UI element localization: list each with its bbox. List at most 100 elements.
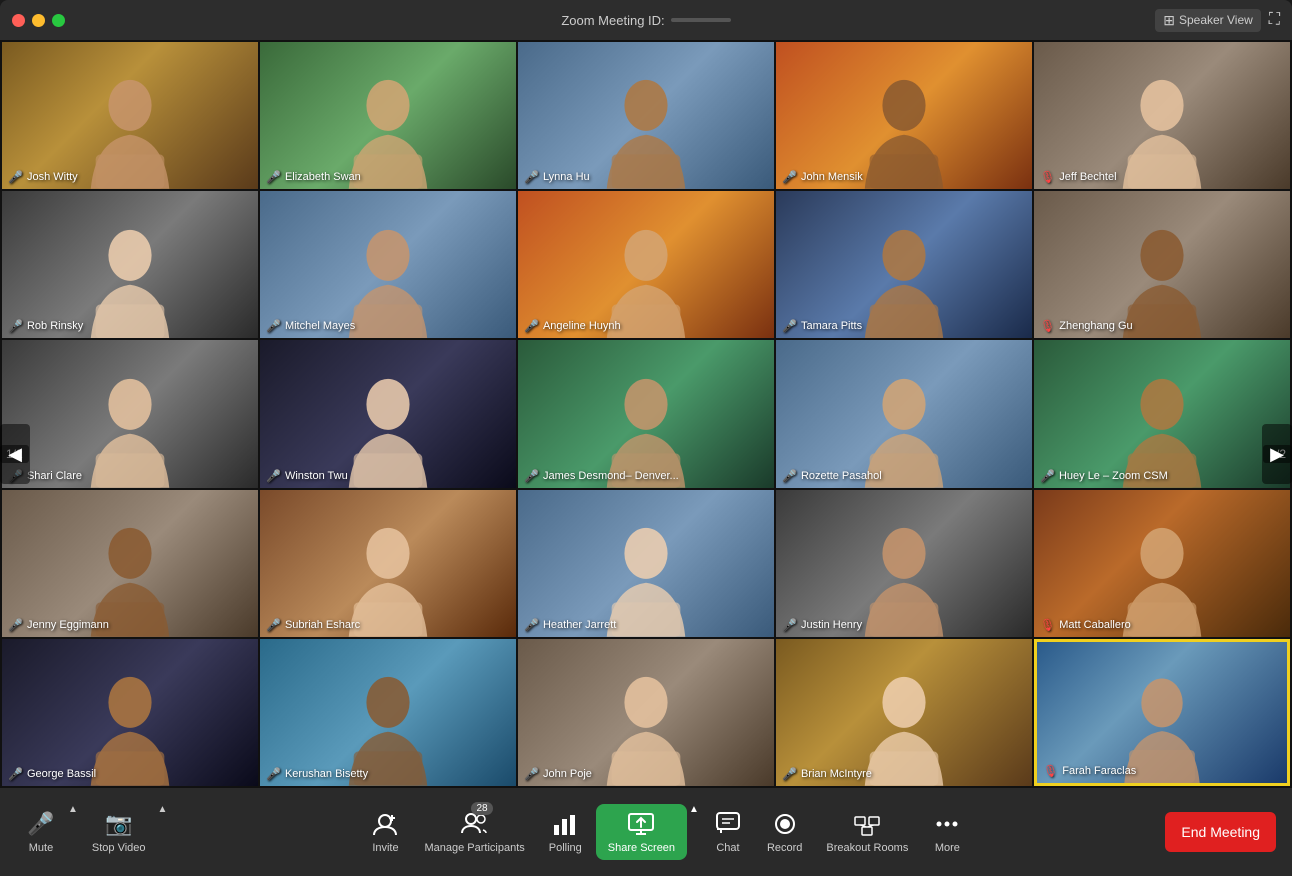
participant-name: 🎤 Angeline Huynh: [524, 319, 621, 333]
video-cell-elizabeth-swan: 🎤 Elizabeth Swan: [260, 42, 516, 189]
share-screen-button[interactable]: Share Screen: [596, 804, 687, 860]
end-meeting-button[interactable]: End Meeting: [1165, 812, 1276, 852]
mute-chevron[interactable]: ▲: [68, 804, 78, 817]
participant-name-text: Farah Faraclas: [1062, 765, 1136, 777]
participant-name-text: Josh Witty: [27, 171, 78, 183]
breakout-rooms-button[interactable]: Breakout Rooms: [816, 804, 918, 860]
video-cell-john-poje: 🎤 John Poje: [518, 639, 774, 786]
participant-name: 🎤 Brian McIntyre: [782, 767, 872, 781]
next-page-button[interactable]: ▶: [1262, 424, 1292, 484]
toolbar-right: End Meeting: [1165, 812, 1276, 852]
prev-page-button[interactable]: ◀: [0, 424, 30, 484]
mic-status-icon: 🎙: [1043, 764, 1058, 778]
video-cell-farah-faraclas: 🎙 Farah Faraclas: [1034, 639, 1290, 786]
video-cell-angeline-huynh: 🎤 Angeline Huynh: [518, 191, 774, 338]
participant-name-text: Tamara Pitts: [801, 320, 862, 332]
close-button[interactable]: [12, 14, 25, 27]
participant-name: 🎤 James Desmond– Denver...: [524, 469, 679, 483]
mic-status-icon: 🎤: [782, 319, 797, 333]
video-cell-heather-jarrett: 🎤 Heather Jarrett: [518, 490, 774, 637]
record-button[interactable]: Record: [757, 804, 812, 860]
participant-name: 🎤 Tamara Pitts: [782, 319, 862, 333]
video-cell-josh-witty: 🎤 Josh Witty: [2, 42, 258, 189]
speaker-view-label: Speaker View: [1179, 13, 1253, 27]
speaker-view-button[interactable]: ⊞ Speaker View: [1155, 9, 1261, 32]
mic-status-icon: 🎤: [524, 170, 539, 184]
toolbar-center: Invite 28 Manage Participants: [167, 804, 1165, 860]
stop-video-label: Stop Video: [92, 842, 146, 854]
participant-name-text: Jeff Bechtel: [1059, 171, 1116, 183]
speaker-view-icon: ⊞: [1163, 12, 1175, 29]
meeting-id-label: Zoom Meeting ID:: [561, 13, 664, 28]
more-label: More: [935, 842, 960, 854]
chat-label: Chat: [716, 842, 739, 854]
chat-icon: [714, 810, 742, 838]
polling-icon: [551, 810, 579, 838]
breakout-rooms-icon: [853, 810, 881, 838]
participant-name: 🎤 John Poje: [524, 767, 592, 781]
participant-name-text: Lynna Hu: [543, 171, 590, 183]
nav-right-area: ▶ 1/2: [1263, 80, 1292, 828]
stop-video-button[interactable]: 📷 Stop Video: [82, 804, 156, 860]
mic-status-icon: 🎤: [524, 469, 539, 483]
video-cell-jenny-eggimann: 🎤 Jenny Eggimann: [2, 490, 258, 637]
video-cell-kerushan-bisetty: 🎤 Kerushan Bisetty: [260, 639, 516, 786]
mic-status-icon: 🎤: [782, 618, 797, 632]
mic-status-icon: 🎙: [1040, 618, 1055, 632]
invite-icon: [371, 810, 399, 838]
participant-name-text: Elizabeth Swan: [285, 171, 361, 183]
participant-name-text: George Bassil: [27, 768, 96, 780]
participant-name: 🎤 Winston Twu: [266, 469, 348, 483]
mic-status-icon: 🎤: [782, 170, 797, 184]
maximize-button[interactable]: [52, 14, 65, 27]
video-cell-tamara-pitts: 🎤 Tamara Pitts: [776, 191, 1032, 338]
fullscreen-icon[interactable]: ⛶: [1269, 11, 1280, 29]
participant-name: 🎙 Zhenghang Gu: [1040, 319, 1133, 333]
video-icon: 📷: [105, 810, 133, 838]
minimize-button[interactable]: [32, 14, 45, 27]
mic-status-icon: 🎤: [266, 618, 281, 632]
mic-status-icon: 🎤: [524, 618, 539, 632]
video-cell-jeff-bechtel: 🎙 Jeff Bechtel: [1034, 42, 1290, 189]
video-cell-matt-caballero: 🎙 Matt Caballero: [1034, 490, 1290, 637]
video-cell-subriah-esharc: 🎤 Subriah Esharc: [260, 490, 516, 637]
video-cell-james-desmond–-denver...: 🎤 James Desmond– Denver...: [518, 340, 774, 487]
video-cell-brian-mcintyre: 🎤 Brian McIntyre: [776, 639, 1032, 786]
titlebar: Zoom Meeting ID: ⊞ Speaker View ⛶: [0, 0, 1292, 40]
mic-status-icon: 🎤: [266, 170, 281, 184]
participant-name: 🎙 Jeff Bechtel: [1040, 170, 1117, 184]
participant-name-text: Kerushan Bisetty: [285, 768, 368, 780]
meeting-title: Zoom Meeting ID:: [561, 13, 730, 28]
mic-status-icon: 🎤: [524, 319, 539, 333]
meeting-id-value: [671, 18, 731, 22]
share-chevron[interactable]: ▲: [689, 804, 699, 817]
participant-name: 🎤 Mitchel Mayes: [266, 319, 355, 333]
toolbar-left: 🎤 Mute ▲ 📷 Stop Video ▲: [16, 804, 167, 860]
mic-status-icon: 🎤: [782, 469, 797, 483]
mic-status-icon: 🎤: [266, 319, 281, 333]
manage-participants-button[interactable]: 28 Manage Participants: [414, 804, 534, 860]
video-chevron[interactable]: ▲: [158, 804, 168, 817]
invite-button[interactable]: Invite: [360, 804, 410, 860]
window-controls: [12, 14, 65, 27]
participant-name-text: James Desmond– Denver...: [543, 470, 679, 482]
mic-status-icon: 🎤: [266, 469, 281, 483]
polling-button[interactable]: Polling: [539, 804, 592, 860]
participants-icon: 28: [461, 810, 489, 838]
video-cell-rob-rinsky: 🎤 Rob Rinsky: [2, 191, 258, 338]
share-screen-group: Share Screen ▲: [596, 804, 699, 860]
mic-status-icon: 🎤: [1040, 469, 1055, 483]
participant-name-text: Winston Twu: [285, 470, 348, 482]
video-cell-john-mensik: 🎤 John Mensik: [776, 42, 1032, 189]
share-screen-icon: [627, 810, 655, 838]
participant-name-text: Brian McIntyre: [801, 768, 872, 780]
participant-name-text: Huey Le – Zoom CSM: [1059, 470, 1168, 482]
chat-button[interactable]: Chat: [703, 804, 753, 860]
nav-left-area: ◀ 1/2: [0, 80, 29, 828]
participant-name: 🎤 John Mensik: [782, 170, 863, 184]
polling-label: Polling: [549, 842, 582, 854]
participant-name-text: John Poje: [543, 768, 592, 780]
participant-name-text: Rob Rinsky: [27, 320, 83, 332]
participant-name: 🎤 Justin Henry: [782, 618, 862, 632]
more-button[interactable]: More: [922, 804, 972, 860]
